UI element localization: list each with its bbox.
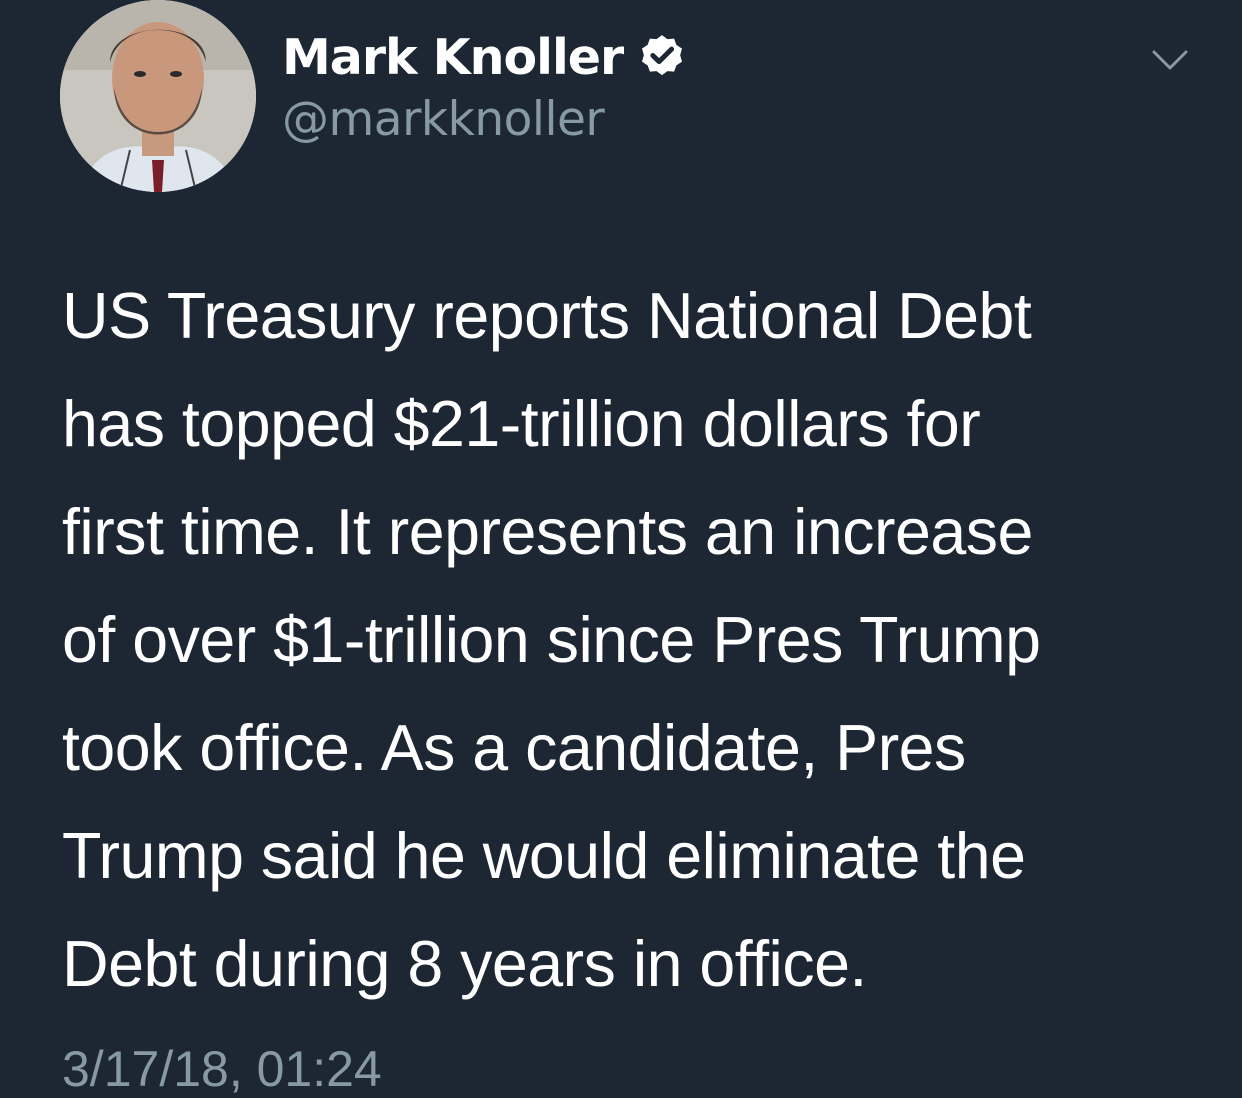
avatar-photo-icon [60,0,256,192]
author-name-row: Mark Knoller [282,24,687,90]
author-handle[interactable]: @markknoller [282,92,605,147]
tweet-text: US Treasury reports National Debt has to… [62,280,1041,1000]
author-avatar[interactable] [60,0,256,192]
verified-badge-icon [637,32,687,82]
chevron-down-icon [1152,50,1188,70]
author-display-name[interactable]: Mark Knoller [282,29,624,86]
tweet-timestamp[interactable]: 3/17/18, 01:24 [62,1040,382,1098]
tweet-menu-button[interactable] [1150,46,1190,74]
tweet-card: Mark Knoller @markknoller US Treasury re… [0,0,1242,1097]
